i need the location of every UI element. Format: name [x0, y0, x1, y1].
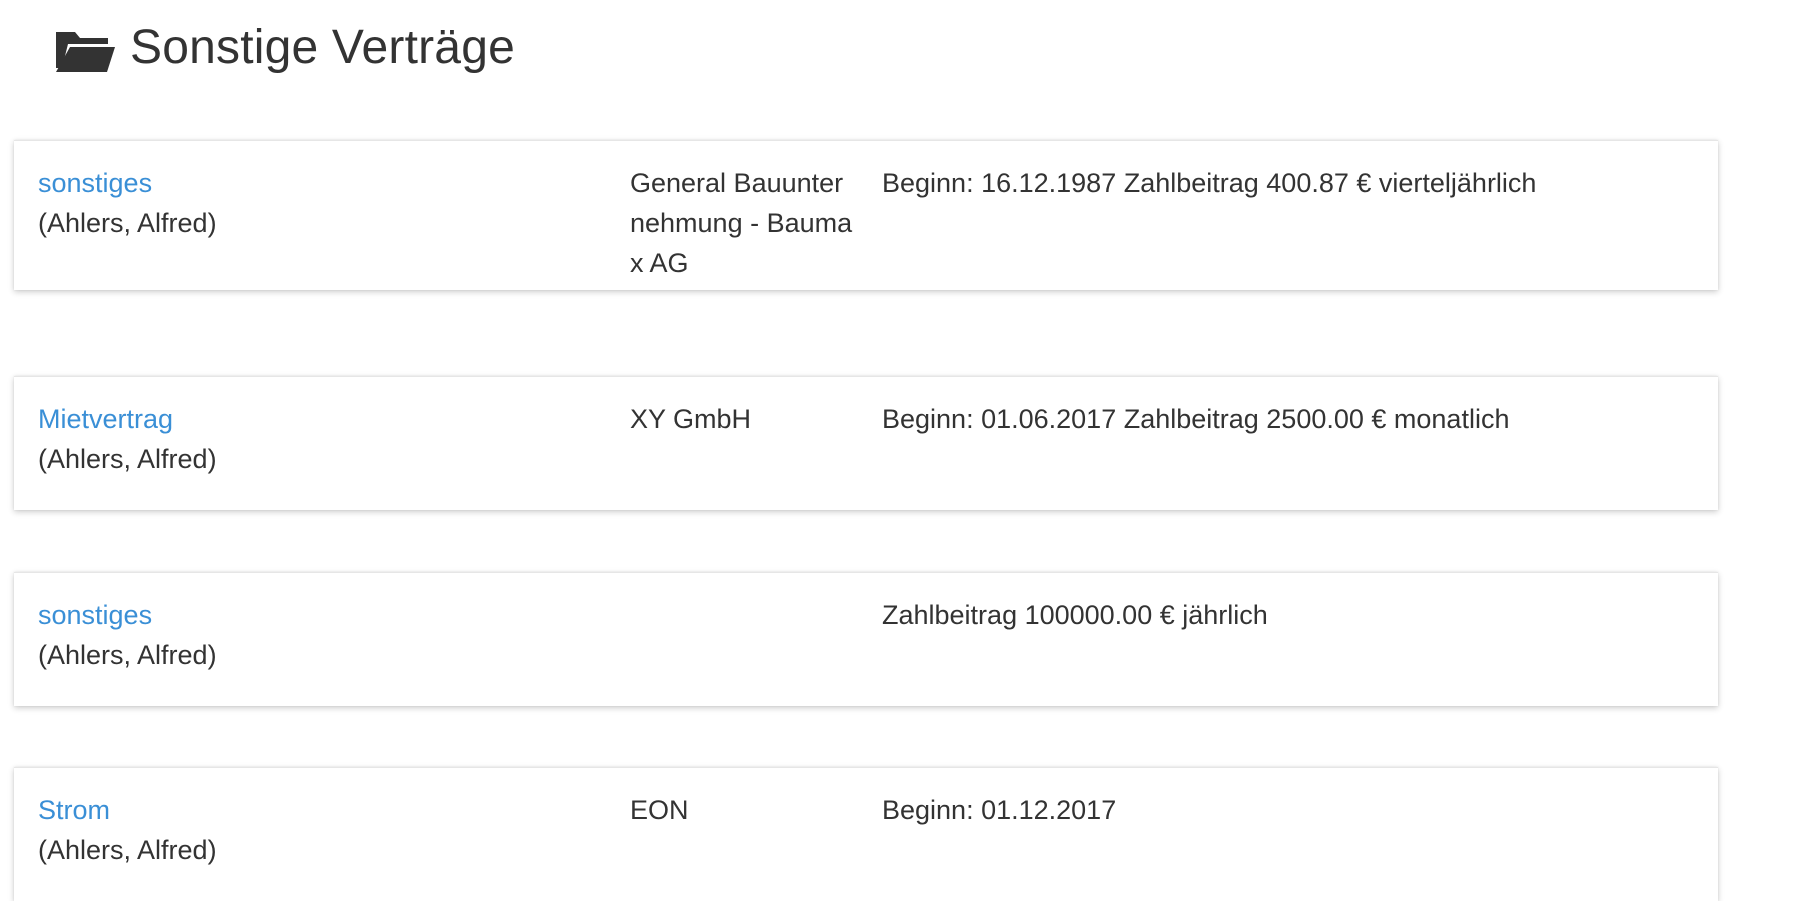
contract-provider: General Bauunternehmung - Baumax AG: [630, 168, 853, 278]
folder-open-icon: [56, 32, 115, 72]
contract-title-cell: sonstiges (Ahlers, Alfred): [38, 595, 598, 675]
contract-card: sonstiges (Ahlers, Alfred) General Bauun…: [14, 140, 1718, 290]
contract-holder: (Ahlers, Alfred): [38, 208, 217, 238]
contract-card: sonstiges (Ahlers, Alfred) Zahlbeitrag 1…: [14, 572, 1718, 706]
contract-details: Beginn: 16.12.1987 Zahlbeitrag 400.87 € …: [882, 168, 1537, 198]
contract-type-link[interactable]: sonstiges: [38, 163, 598, 203]
contract-title-cell: Mietvertrag (Ahlers, Alfred): [38, 399, 598, 479]
contract-details: Beginn: 01.06.2017 Zahlbeitrag 2500.00 €…: [882, 404, 1510, 434]
contract-type-link[interactable]: Strom: [38, 790, 598, 830]
page-title: Sonstige Verträge: [130, 21, 515, 74]
contract-title-cell: sonstiges (Ahlers, Alfred): [38, 163, 598, 243]
contract-holder: (Ahlers, Alfred): [38, 640, 217, 670]
contract-title-cell: Strom (Ahlers, Alfred): [38, 790, 598, 870]
contract-provider: EON: [630, 795, 689, 825]
contract-card: Mietvertrag (Ahlers, Alfred) XY GmbH Beg…: [14, 376, 1718, 510]
contract-holder: (Ahlers, Alfred): [38, 835, 217, 865]
page-header: Sonstige Verträge: [52, 18, 515, 78]
contract-holder: (Ahlers, Alfred): [38, 444, 217, 474]
contract-provider: XY GmbH: [630, 404, 752, 434]
contract-card: Strom (Ahlers, Alfred) EON Beginn: 01.12…: [14, 767, 1718, 901]
contract-details: Beginn: 01.12.2017: [882, 795, 1117, 825]
contract-type-link[interactable]: sonstiges: [38, 595, 598, 635]
contract-details: Zahlbeitrag 100000.00 € jährlich: [882, 600, 1268, 630]
contract-type-link[interactable]: Mietvertrag: [38, 399, 598, 439]
